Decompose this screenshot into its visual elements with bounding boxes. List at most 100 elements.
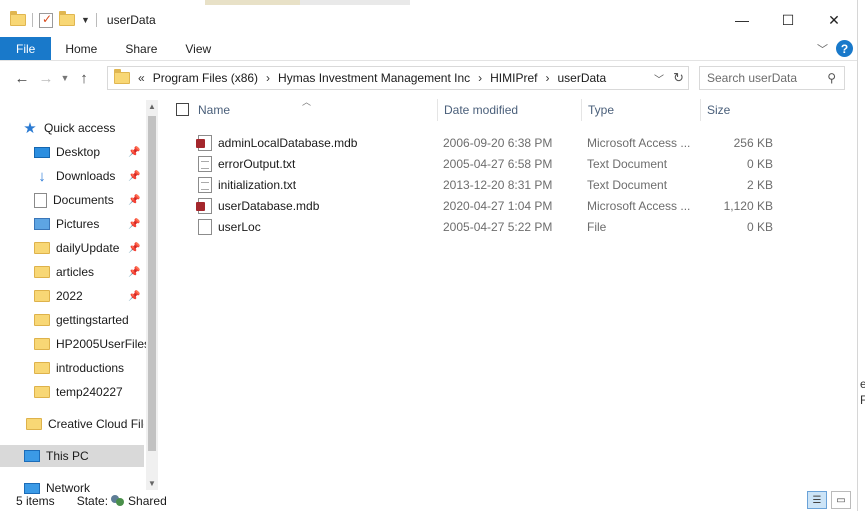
breadcrumb-separator-icon[interactable]: › — [478, 71, 482, 85]
file-type: Text Document — [587, 156, 668, 171]
file-row[interactable]: errorOutput.txt 2005-04-27 6:58 PM Text … — [160, 153, 857, 174]
breadcrumb[interactable]: Program Files (x86) — [153, 71, 258, 85]
ribbon-tabs: File Home Share View ﹀ ? — [0, 37, 857, 61]
folder-icon — [34, 362, 50, 374]
breadcrumb-separator-icon[interactable]: › — [545, 71, 549, 85]
pin-icon[interactable]: 📌 — [128, 267, 140, 278]
nav-item-downloads[interactable]: ↓ Downloads 📌 — [34, 165, 144, 187]
pin-icon[interactable]: 📌 — [128, 219, 140, 230]
new-folder-icon[interactable] — [59, 11, 75, 26]
nav-item-label: temp240227 — [56, 385, 123, 399]
file-row[interactable]: userLoc 2005-04-27 5:22 PM File 0 KB — [160, 216, 857, 237]
explorer-window: ▼ userData — ☐ ✕ File Home Share View ﹀ … — [0, 5, 857, 511]
file-list: ︿ Name Date modified Type Size adminLoca… — [160, 95, 857, 495]
address-bar[interactable]: « Program Files (x86) › Hymas Investment… — [107, 66, 689, 90]
nav-item-creative-cloud[interactable]: Creative Cloud Files — [26, 413, 144, 435]
expand-ribbon-chevron-icon[interactable]: ﹀ — [817, 41, 828, 57]
close-button[interactable]: ✕ — [811, 5, 857, 35]
tab-view[interactable]: View — [171, 37, 225, 60]
nav-item-introductions[interactable]: introductions — [34, 357, 124, 379]
file-row[interactable]: adminLocalDatabase.mdb 2006-09-20 6:38 P… — [160, 132, 857, 153]
scroll-thumb[interactable] — [148, 116, 156, 451]
background-window-edge: e F — [857, 0, 865, 511]
breadcrumb[interactable]: Hymas Investment Management Inc — [278, 71, 470, 85]
download-icon: ↓ — [38, 167, 46, 185]
nav-item-label: Documents — [53, 193, 114, 207]
pin-icon[interactable]: 📌 — [128, 147, 140, 158]
nav-item-temp240227[interactable]: temp240227 — [34, 381, 123, 403]
view-toggle: ☰ ▭ — [807, 491, 851, 509]
column-header-type[interactable]: Type — [581, 99, 700, 121]
access-database-icon — [196, 197, 212, 214]
nav-item-label: articles — [56, 265, 95, 279]
file-row[interactable]: userDatabase.mdb 2020-04-27 1:04 PM Micr… — [160, 195, 857, 216]
details-view-icon[interactable]: ☰ — [807, 491, 827, 509]
tab-home[interactable]: Home — [51, 37, 111, 60]
file-name-cell[interactable]: userDatabase.mdb — [196, 195, 319, 216]
file-name-cell[interactable]: userLoc — [198, 216, 261, 237]
search-icon[interactable]: ⚲ — [827, 71, 836, 85]
folder-icon — [34, 290, 50, 302]
properties-icon[interactable] — [39, 12, 53, 28]
scroll-down-icon[interactable]: ▼ — [146, 479, 158, 488]
nav-item-desktop[interactable]: Desktop 📌 — [34, 141, 144, 163]
search-box[interactable]: ⚲ — [699, 66, 845, 90]
search-input[interactable] — [707, 71, 817, 85]
breadcrumb-separator-icon[interactable]: › — [266, 71, 270, 85]
recent-locations-chevron-icon[interactable]: ▼ — [58, 66, 72, 90]
refresh-icon[interactable]: ↻ — [673, 70, 684, 86]
nav-quick-access[interactable]: ★ Quick access — [22, 117, 115, 139]
window-controls: — ☐ ✕ — [719, 5, 857, 35]
toolbar-divider — [95, 13, 97, 27]
nav-item-documents[interactable]: Documents 📌 — [34, 189, 144, 211]
scroll-up-icon[interactable]: ▲ — [146, 102, 158, 111]
file-name-cell[interactable]: adminLocalDatabase.mdb — [196, 132, 357, 153]
breadcrumb[interactable]: HIMIPref — [490, 71, 537, 85]
nav-item-label: Quick access — [44, 121, 116, 135]
tab-file[interactable]: File — [0, 37, 52, 60]
status-bar: 5 items State: Shared ☰ ▭ — [0, 491, 857, 511]
document-icon — [34, 192, 47, 208]
nav-item-label: HP2005UserFiles — [56, 337, 151, 351]
file-size: 2 KB — [746, 177, 773, 192]
nav-item-gettingstarted[interactable]: gettingstarted — [34, 309, 129, 331]
file-name: initialization.txt — [218, 177, 297, 192]
computer-icon — [24, 450, 40, 462]
nav-item-2022[interactable]: 2022 📌 — [34, 285, 144, 307]
file-name-cell[interactable]: errorOutput.txt — [198, 153, 295, 174]
pin-icon[interactable]: 📌 — [128, 171, 140, 182]
nav-item-hp2005userfiles[interactable]: HP2005UserFiles — [34, 333, 150, 355]
access-database-icon — [196, 134, 212, 151]
pin-icon[interactable]: 📌 — [128, 243, 140, 254]
nav-item-articles[interactable]: articles 📌 — [34, 261, 144, 283]
file-row[interactable]: initialization.txt 2013-12-20 8:31 PM Te… — [160, 174, 857, 195]
pin-icon[interactable]: 📌 — [128, 291, 140, 302]
nav-item-label: gettingstarted — [56, 313, 129, 327]
help-icon[interactable]: ? — [836, 40, 853, 57]
minimize-button[interactable]: — — [719, 5, 765, 35]
breadcrumb[interactable]: userData — [557, 71, 606, 85]
file-name-cell[interactable]: initialization.txt — [198, 174, 296, 195]
nav-scrollbar[interactable]: ▲ ▼ — [146, 100, 158, 490]
back-arrow-icon[interactable]: ← — [10, 66, 34, 90]
forward-arrow-icon[interactable]: → — [34, 66, 58, 90]
maximize-button[interactable]: ☐ — [765, 5, 811, 35]
select-all-checkbox[interactable] — [176, 103, 189, 116]
large-icons-view-icon[interactable]: ▭ — [831, 491, 851, 509]
address-dropdown-icon[interactable]: ﹀ — [654, 71, 664, 86]
folder-icon — [34, 266, 50, 278]
nav-item-pictures[interactable]: Pictures 📌 — [34, 213, 144, 235]
column-header-size[interactable]: Size — [700, 99, 780, 121]
file-type: File — [587, 219, 607, 234]
nav-item-this-pc[interactable]: This PC — [0, 445, 144, 467]
sharing-state: State: Shared — [77, 494, 167, 508]
up-arrow-icon[interactable]: ↑ — [72, 66, 96, 90]
address-overflow[interactable]: « — [138, 71, 145, 85]
tab-share[interactable]: Share — [111, 37, 171, 60]
nav-item-label: This PC — [46, 449, 89, 463]
column-header-name[interactable]: Name — [198, 99, 438, 121]
chevron-down-icon[interactable]: ▼ — [81, 15, 90, 25]
column-header-date[interactable]: Date modified — [437, 99, 581, 121]
pin-icon[interactable]: 📌 — [128, 195, 140, 206]
nav-item-dailyupdate[interactable]: dailyUpdate 📌 — [34, 237, 144, 259]
